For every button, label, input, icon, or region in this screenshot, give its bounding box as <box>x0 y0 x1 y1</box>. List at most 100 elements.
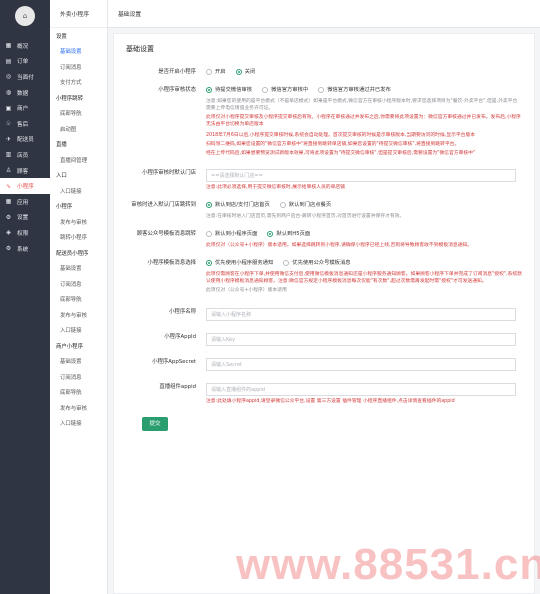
nav-item-2[interactable]: ◎ 当面付 <box>0 69 50 85</box>
review-note-5: 经在上传代码后,如果想要预览测试新版本效果,可将此项设置为"待提交微信审核",但… <box>206 151 476 156</box>
nav-item-label: 店员 <box>17 152 29 159</box>
jump-option-0[interactable]: 默认到店/支付门店首页 <box>206 201 270 209</box>
nav-item-label: 权限 <box>17 230 29 237</box>
subnav-item[interactable]: 订阅消息 <box>50 59 107 75</box>
nav-item-4[interactable]: ▣ 商户 <box>0 100 50 116</box>
subnav-item[interactable]: 基础设置 <box>50 44 107 60</box>
watermark: www.88531.cn <box>236 540 540 589</box>
nav-item-12[interactable]: ◈ 权限 <box>0 225 50 241</box>
radio-icon <box>206 69 212 75</box>
radio-label: 关闭 <box>244 69 256 75</box>
subnav-item[interactable]: 订阅消息 <box>50 369 107 385</box>
live-row: 直播组件appid 注意:此处填小程序appid,请登录微信公众平台,设置 第三… <box>126 383 522 405</box>
subnav-item[interactable]: 发布与审核 <box>50 214 107 230</box>
radio-icon <box>206 231 212 237</box>
subnav-item[interactable]: 底部导航 <box>50 106 107 122</box>
subnav-item[interactable]: 发布与审核 <box>50 400 107 416</box>
appid-row: 小程序AppId <box>126 333 522 346</box>
nav-item-label: 应用 <box>17 199 29 206</box>
msg-option-1[interactable]: 优先使用公众号模板消息 <box>283 259 351 267</box>
subnav-item[interactable]: 直播间管理 <box>50 152 107 168</box>
subnav-item[interactable]: 底部导航 <box>50 385 107 401</box>
msg-option-0[interactable]: 优先使用小程序服务通知 <box>206 259 273 267</box>
subnav-group: 设置 <box>56 33 67 40</box>
panel-title: 基础设置 <box>126 45 154 53</box>
nav-item-10[interactable]: ▦ 应用 <box>0 194 50 210</box>
subnav-item[interactable]: 入口链接 <box>50 183 107 199</box>
subnav-item[interactable]: 发布与审核 <box>50 307 107 323</box>
name-label: 小程序名称 <box>169 309 196 315</box>
review-option-1[interactable]: 微信官方审核中 <box>262 86 308 94</box>
review-option-2[interactable]: 微信官方审核通过并已发布 <box>318 86 391 94</box>
subnav-item[interactable]: 基础设置 <box>50 354 107 370</box>
enable-label: 是否开启小程序 <box>158 69 196 75</box>
primary-nav: ▦ 概况 ▤ 订单 ◎ 当面付 ◍ 数据 ▣ 商户 ♧ 售后 ✈ 配送员 ▥ 店员 ♙ 顾客 ∿ 小程序 ▦ 应用 ⚙ 设置 ◈… <box>0 38 50 256</box>
system-icon: ⚙ <box>5 245 12 253</box>
enable-option-0[interactable]: 开启 <box>206 68 226 76</box>
nav-item-label: 配送员 <box>17 137 34 144</box>
settings-icon: ⚙ <box>5 213 12 221</box>
qr-option-0[interactable]: 默认到小程序页面 <box>206 230 257 238</box>
nav-item-label: 设置 <box>17 215 29 222</box>
radio-icon <box>279 202 286 208</box>
nav-item-0[interactable]: ▦ 概况 <box>0 38 50 54</box>
msg-label: 小程序模板消息选择 <box>147 260 196 266</box>
subnav-group: 小程序 <box>56 204 73 211</box>
review-option-0[interactable]: 待提交微信审核 <box>206 86 252 94</box>
radio-icon <box>262 87 269 93</box>
app-logo: ⌂ <box>15 6 35 26</box>
live-appid-input[interactable] <box>206 383 516 396</box>
subnav-item[interactable]: 入口链接 <box>50 323 107 339</box>
enable-radios: 开启 关闭 <box>206 68 522 78</box>
nav-item-13[interactable]: ⚙ 系统 <box>0 241 50 257</box>
msg-radios: 优先使用小程序服务通知 优先使用公众号模板消息 <box>206 259 522 269</box>
appid-input[interactable] <box>206 333 516 346</box>
store-icon: ▥ <box>5 151 12 159</box>
aftersale-icon: ♧ <box>5 120 12 128</box>
qr-note: 此项仅对（公众号+小程序）版本适用。如果选择跳转到小程序,请确保小程序已经上线,… <box>206 243 473 248</box>
nav-item-11[interactable]: ⚙ 设置 <box>0 210 50 226</box>
nav-item-8[interactable]: ♙ 顾客 <box>0 163 50 179</box>
nav-item-9[interactable]: ∿ 小程序 <box>0 178 50 194</box>
review-note-3: 2018年7月6日以后,小程序提交审核时候,系统会自动处理。首次提交审核的时候是… <box>206 133 476 138</box>
nav-item-label: 数据 <box>17 90 29 97</box>
jump-note: 注意:在审核时进入门店首页,需先到商户后台-跳转小程序首页,对首页进行设置并保存… <box>206 214 405 219</box>
radio-label: 默认到店/支付门店首页 <box>215 202 270 208</box>
subnav-item[interactable]: 跳转小程序 <box>50 230 107 246</box>
enable-option-1[interactable]: 关闭 <box>235 68 256 76</box>
default-store-row: 小程序审核时默认门店 注意:此项必须选择,用于提交微信审核时,展示给审核人员的单… <box>126 169 522 191</box>
subnav-item[interactable]: 启动图 <box>50 121 107 137</box>
radio-label: 微信官方审核中 <box>271 87 309 93</box>
page-breadcrumb: 基础设置 <box>118 12 142 18</box>
appsecret-input[interactable] <box>206 358 516 371</box>
radio-icon <box>283 260 290 266</box>
qr-option-1[interactable]: 默认到H5页面 <box>267 230 310 238</box>
live-note: 注意:此处填小程序appid,请登录微信公众平台,设置 第三方设置 插件管理 小… <box>206 399 455 404</box>
nav-item-label: 订单 <box>17 59 29 66</box>
nav-item-label: 售后 <box>17 121 29 128</box>
secondary-sidebar-title: 外卖小程序 <box>50 0 107 28</box>
radio-icon <box>206 202 212 208</box>
subnav-item[interactable]: 底部导航 <box>50 292 107 308</box>
secret-label: 小程序AppSecret <box>152 359 196 365</box>
nav-item-1[interactable]: ▤ 订单 <box>0 54 50 70</box>
page-header: 基础设置 <box>108 0 540 28</box>
subnav-item[interactable]: 入口链接 <box>50 416 107 432</box>
subnav-item[interactable]: 支付方式 <box>50 75 107 91</box>
review-label: 小程序审核状态 <box>158 87 196 93</box>
subnav-item[interactable]: 基础设置 <box>50 261 107 277</box>
subnav-item[interactable]: 订阅消息 <box>50 276 107 292</box>
nav-item-3[interactable]: ◍ 数据 <box>0 85 50 101</box>
radio-label: 默认到门店点餐页 <box>288 202 332 208</box>
default-store-select[interactable] <box>206 169 516 182</box>
msg-note-2: 此项仅对（公众号+小程序）版本适用 <box>206 288 287 293</box>
jump-option-1[interactable]: 默认到门店点餐页 <box>279 201 332 209</box>
nav-item-6[interactable]: ✈ 配送员 <box>0 132 50 148</box>
nav-item-7[interactable]: ▥ 店员 <box>0 147 50 163</box>
mini-name-input[interactable] <box>206 308 516 321</box>
radio-icon <box>206 260 212 266</box>
submit-button[interactable]: 提交 <box>142 417 168 431</box>
nav-item-5[interactable]: ♧ 售后 <box>0 116 50 132</box>
live-label: 直播组件appid <box>159 384 196 390</box>
miniprogram-icon: ∿ <box>5 182 12 190</box>
